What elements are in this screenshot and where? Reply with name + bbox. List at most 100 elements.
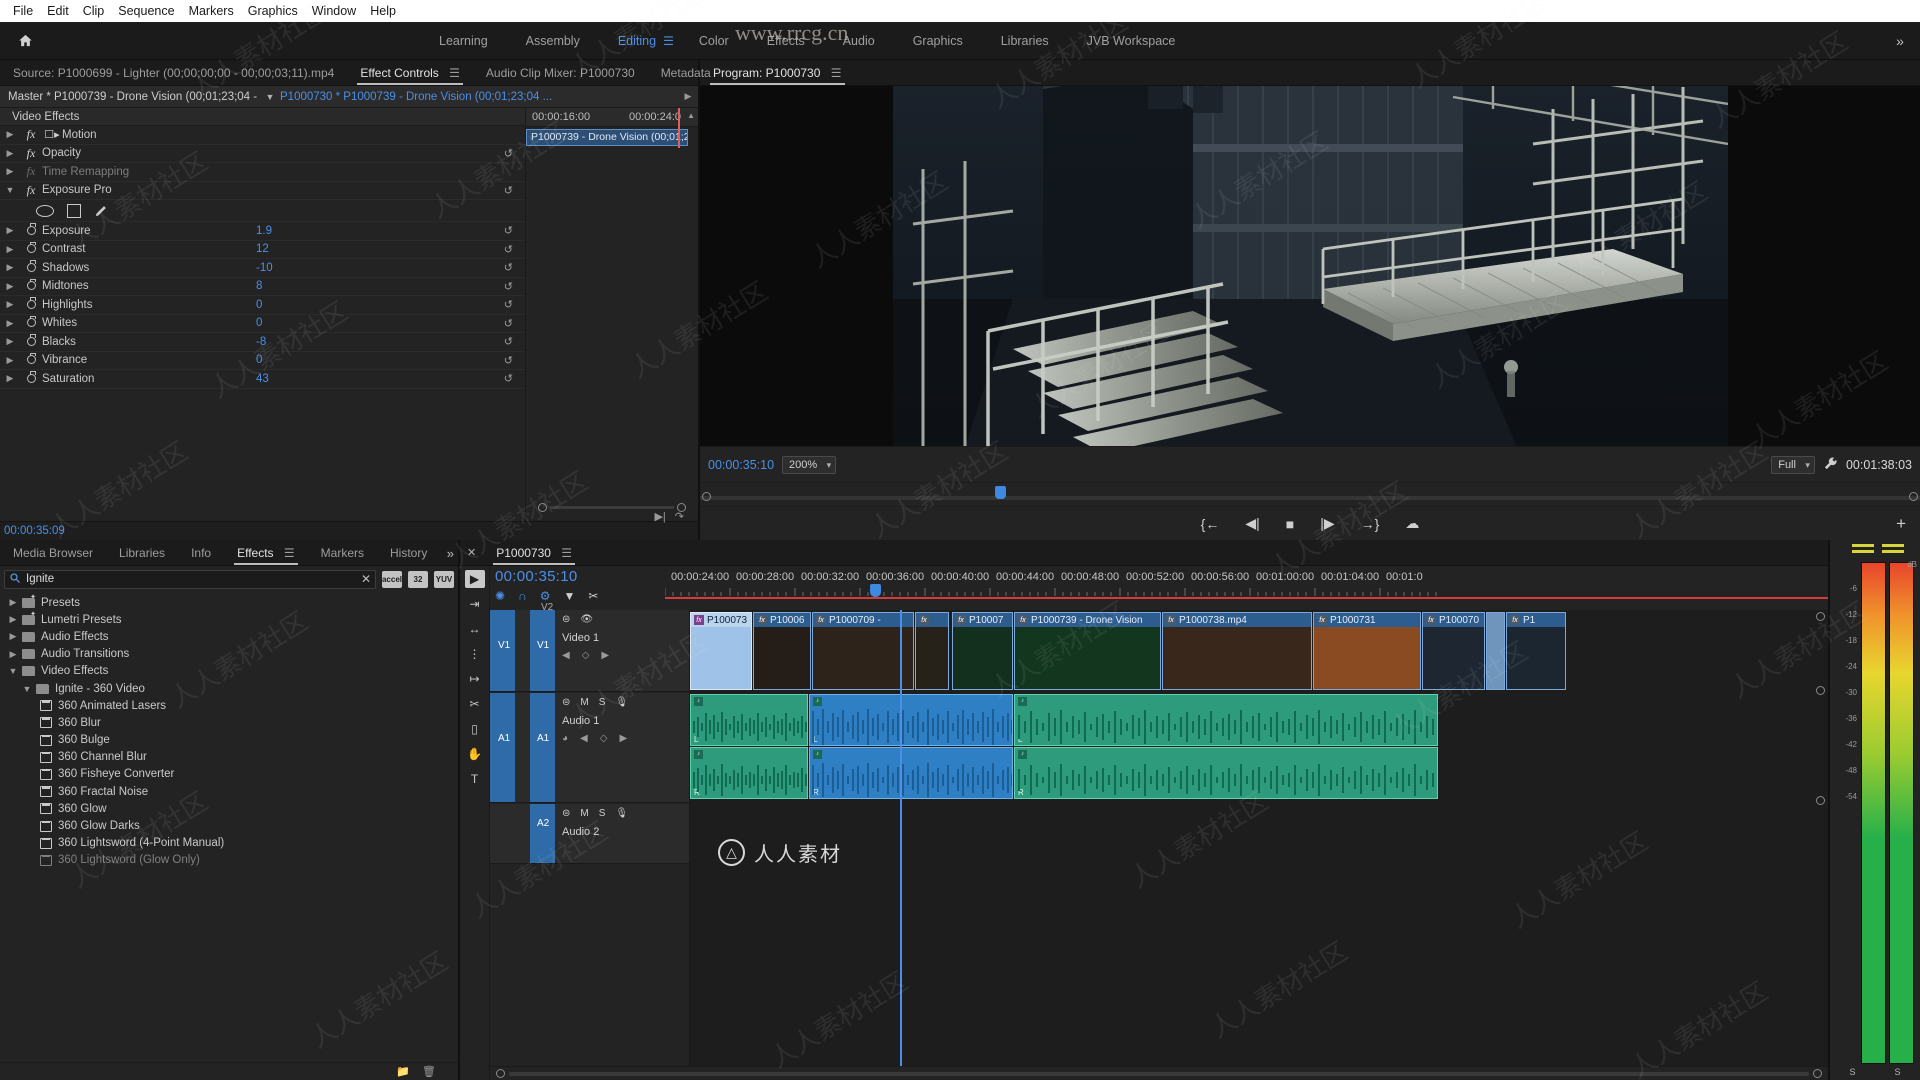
tree-item-effect[interactable]: 360 Lightsword (Glow Only): [0, 852, 458, 869]
param-value[interactable]: 0: [256, 354, 262, 366]
param-value[interactable]: 43: [256, 373, 269, 385]
scroll-track[interactable]: [509, 1072, 1809, 1076]
audio-meter-icon[interactable]: ◕: [562, 733, 568, 744]
menu-item-edit[interactable]: Edit: [40, 2, 76, 20]
effect-row-exposure-pro[interactable]: ▼ fx Exposure Pro ↺: [0, 182, 525, 201]
param-row-exposure[interactable]: ▶ Exposure 1.9 ↺: [0, 222, 525, 241]
timeline-clip[interactable]: fx P10006: [753, 612, 811, 690]
workspace-overflow-button[interactable]: »: [1880, 22, 1920, 60]
clear-search-icon[interactable]: ✕: [361, 572, 371, 586]
tree-item-effect[interactable]: 360 Animated Lasers: [0, 697, 458, 714]
param-value[interactable]: 1.9: [256, 225, 272, 237]
disclosure-triangle-icon[interactable]: ▶: [0, 262, 20, 273]
tree-item-audio-effects[interactable]: ▶ Audio Effects: [0, 628, 458, 645]
disclosure-triangle-icon[interactable]: ▶: [0, 373, 20, 384]
disclosure-triangle-icon[interactable]: ▶: [4, 649, 22, 660]
reset-icon[interactable]: ↺: [504, 335, 513, 348]
disclosure-triangle-icon[interactable]: ▶: [0, 148, 20, 159]
disclosure-triangle-icon[interactable]: ▶: [0, 355, 20, 366]
track-name-a2[interactable]: Audio 2: [562, 826, 599, 838]
param-value[interactable]: 0: [256, 317, 262, 329]
pen-mask-icon[interactable]: [94, 203, 109, 218]
voice-record-icon[interactable]: 🎙: [615, 697, 628, 708]
reset-icon[interactable]: ↺: [504, 317, 513, 330]
stopwatch-icon[interactable]: [20, 225, 42, 237]
menu-item-markers[interactable]: Markers: [182, 2, 241, 20]
menu-item-graphics[interactable]: Graphics: [241, 2, 305, 20]
solo-left-button[interactable]: S: [1849, 1067, 1855, 1077]
timeline-clip[interactable]: fx P1000731: [1313, 612, 1421, 690]
mini-timeline-clip[interactable]: P1000739 - Drone Vision (00;01;23;0: [526, 129, 688, 146]
home-button[interactable]: [0, 22, 50, 59]
param-value[interactable]: 8: [256, 280, 262, 292]
workspace-tab-jvb[interactable]: JVB Workspace: [1068, 22, 1195, 60]
panel-menu-icon[interactable]: ☰: [561, 546, 572, 560]
track-name-a1[interactable]: Audio 1: [562, 715, 599, 727]
tree-item-effect[interactable]: 360 Bulge: [0, 732, 458, 749]
meter-bars[interactable]: -6 -12 -18 -24 -30 -36 -42 -48 -54 dB: [1830, 558, 1920, 1064]
effects-tree[interactable]: ▶ Presets ▶ Lumetri Presets ▶ Audio Effe…: [0, 592, 458, 1062]
meter-peak-indicators[interactable]: [1830, 540, 1920, 558]
reset-icon[interactable]: ↺: [504, 372, 513, 385]
workspace-tab-libraries[interactable]: Libraries: [982, 22, 1068, 60]
scrub-zoom-left[interactable]: [702, 492, 711, 501]
tab-source[interactable]: Source: P1000699 - Lighter (00;00;00;00 …: [0, 61, 347, 85]
disclosure-triangle-icon[interactable]: ▶: [0, 166, 20, 177]
menu-item-sequence[interactable]: Sequence: [111, 2, 181, 20]
mark-in-out-icon[interactable]: {←: [1201, 516, 1220, 532]
next-keyframe-icon[interactable]: ▶: [601, 650, 609, 661]
timeline-clip[interactable]: fx P100070: [1422, 612, 1485, 690]
tab-audio-clip-mixer[interactable]: Audio Clip Mixer: P1000730: [473, 61, 648, 85]
reset-icon[interactable]: ↺: [504, 261, 513, 274]
menu-item-file[interactable]: File: [6, 2, 40, 20]
tree-item-presets[interactable]: ▶ Presets: [0, 594, 458, 611]
panel-menu-icon[interactable]: ☰: [284, 546, 295, 560]
add-keyframe-icon[interactable]: ◇: [582, 650, 590, 661]
type-tool[interactable]: T: [465, 770, 485, 788]
zoom-level-select[interactable]: 200%: [782, 456, 836, 474]
param-row-blacks[interactable]: ▶ Blacks -8 ↺: [0, 333, 525, 352]
tree-item-effect[interactable]: 360 Blur: [0, 714, 458, 731]
hand-tool[interactable]: ✋: [465, 745, 485, 763]
accelerated-filter-icon[interactable]: accel: [382, 571, 402, 588]
menu-item-clip[interactable]: Clip: [76, 2, 112, 20]
timeline-ruler[interactable]: 00:00:24:00 00:00:28:00 00:00:32:00 00:0…: [665, 566, 1828, 610]
param-value[interactable]: 12: [256, 243, 269, 255]
eye-icon[interactable]: 👁: [580, 614, 593, 625]
master-clip-label[interactable]: Master * P1000739 - Drone Vision (00;01;…: [0, 91, 260, 103]
timeline-clip[interactable]: fx P1000739 - Drone Vision: [1014, 612, 1161, 690]
chevron-down-icon[interactable]: ▼: [260, 92, 280, 102]
track-a2-target[interactable]: [530, 804, 555, 863]
param-row-shadows[interactable]: ▶ Shadows -10 ↺: [0, 259, 525, 278]
track-a1-indicator[interactable]: [490, 693, 515, 802]
scrub-track[interactable]: [700, 496, 1920, 500]
timeline-playhead-time[interactable]: 00:00:35:10: [495, 568, 665, 585]
scroll-track[interactable]: [550, 506, 674, 509]
prev-keyframe-icon[interactable]: ◀: [580, 733, 588, 744]
linked-selection-icon[interactable]: ⚙: [540, 589, 551, 603]
solo-icon[interactable]: S: [599, 697, 606, 708]
timeline-clip[interactable]: fx P100073: [690, 612, 752, 690]
yuv-filter-icon[interactable]: YUV: [434, 571, 454, 588]
param-row-whites[interactable]: ▶ Whites 0 ↺: [0, 315, 525, 334]
loop-icon[interactable]: ↷: [675, 510, 684, 523]
reset-icon[interactable]: ↺: [504, 147, 513, 160]
scrub-playhead[interactable]: [995, 486, 1006, 499]
stopwatch-icon[interactable]: [20, 262, 42, 274]
solo-icon[interactable]: S: [599, 808, 606, 819]
panel-menu-icon[interactable]: ☰: [449, 66, 460, 80]
track-name-v1[interactable]: Video 1: [562, 632, 599, 644]
timeline-playhead-line[interactable]: [900, 610, 902, 1066]
timeline-clip[interactable]: fx P1000709 -: [812, 612, 914, 690]
new-custom-bin-icon[interactable]: 📁: [396, 1065, 410, 1078]
delete-custom-item-icon[interactable]: 🗑: [422, 1065, 436, 1078]
timeline-clip[interactable]: fx P1000738.mp4: [1162, 612, 1312, 690]
next-keyframe-icon[interactable]: ▶: [619, 733, 627, 744]
button-editor-icon[interactable]: +: [1896, 514, 1906, 534]
effect-controls-timecode[interactable]: 00:00:35:09: [0, 521, 698, 540]
disclosure-triangle-icon[interactable]: ▶: [0, 318, 20, 329]
voice-record-icon[interactable]: 🎙: [615, 808, 628, 819]
tree-item-effect[interactable]: 360 Fisheye Converter: [0, 766, 458, 783]
tab-info[interactable]: Info: [178, 541, 224, 565]
tab-markers[interactable]: Markers: [308, 541, 377, 565]
